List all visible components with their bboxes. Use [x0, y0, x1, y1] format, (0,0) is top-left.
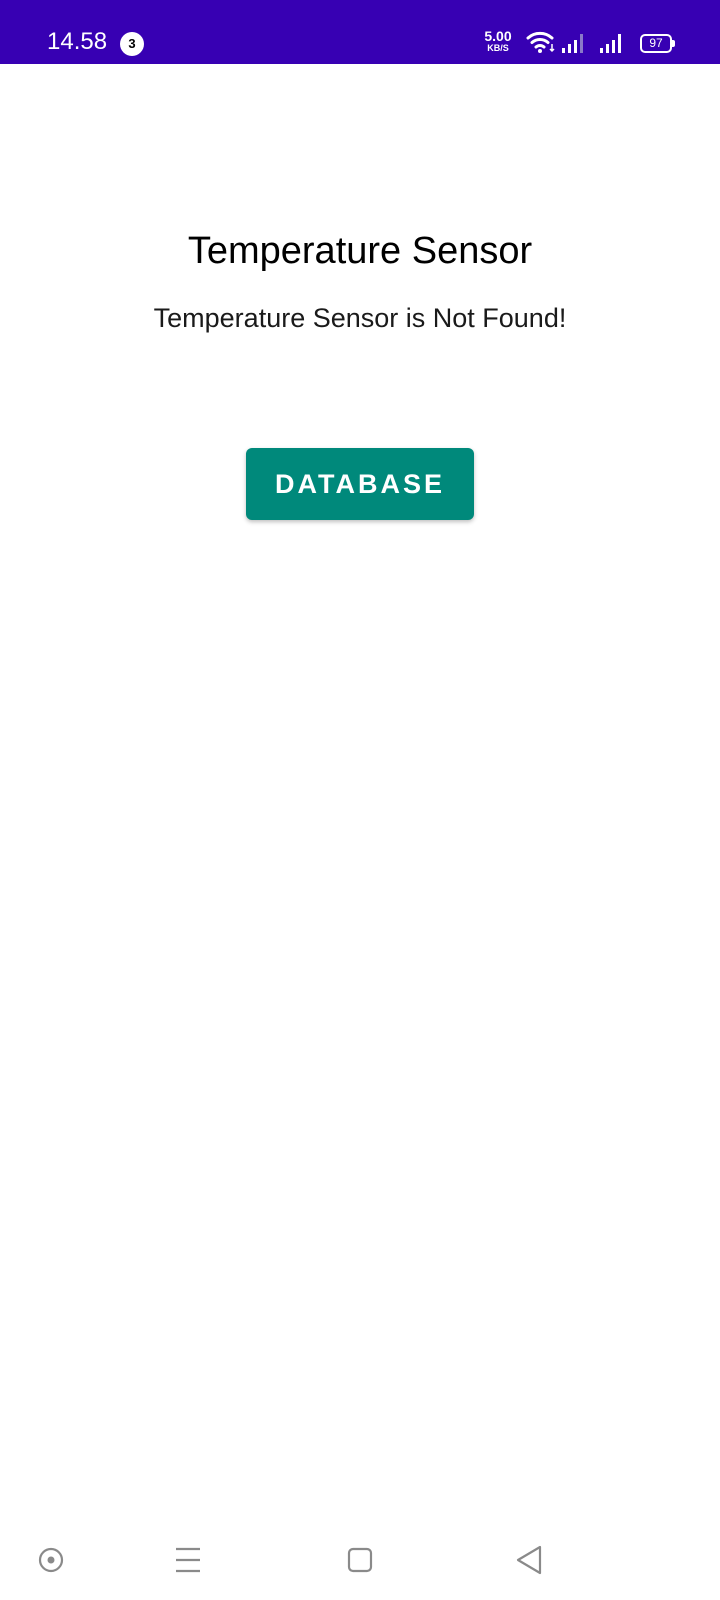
- navigation-bar: [0, 1520, 720, 1600]
- home-square-icon[interactable]: [340, 1540, 380, 1580]
- network-speed: 5.00 KB/S: [478, 28, 518, 54]
- page-title: Temperature Sensor: [187, 230, 533, 272]
- menu-lines-icon[interactable]: [168, 1540, 208, 1580]
- database-button[interactable]: DATABASE: [246, 448, 474, 520]
- status-time: 14.58: [47, 28, 108, 55]
- signal-strength-sim1-icon: [562, 32, 590, 59]
- network-speed-value: 5.00: [484, 28, 512, 44]
- assistant-dot-icon[interactable]: [31, 1540, 71, 1580]
- back-triangle-icon[interactable]: [510, 1540, 550, 1580]
- battery-level: 97: [640, 34, 672, 53]
- battery-cap: [672, 40, 675, 47]
- status-bar: 14.58 3 5.00 KB/S 97: [0, 0, 720, 64]
- signal-strength-sim2-icon: [600, 32, 628, 59]
- wifi-icon: [526, 30, 556, 59]
- sensor-status-message: Temperature Sensor is Not Found!: [153, 303, 567, 333]
- battery-indicator: 97: [640, 34, 675, 53]
- notification-count-badge: 3: [120, 32, 144, 56]
